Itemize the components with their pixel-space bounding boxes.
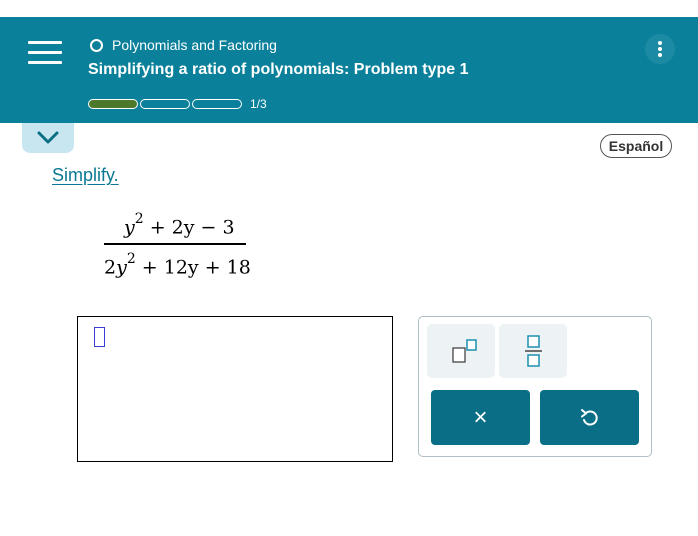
fraction-bar bbox=[104, 243, 246, 245]
progress-text: 1/3 bbox=[250, 97, 267, 111]
chevron-down-icon bbox=[37, 131, 59, 144]
circle-icon bbox=[90, 38, 103, 52]
math-keypad: × bbox=[418, 316, 652, 457]
progress-indicator: 1/3 bbox=[88, 97, 267, 111]
expression-numerator: y2 + 2y − 3 bbox=[124, 211, 235, 239]
hamburger-menu-icon[interactable] bbox=[28, 39, 62, 65]
fraction-button[interactable] bbox=[499, 324, 567, 378]
instruction-text: Simplify. bbox=[52, 165, 119, 185]
problem-title: Simplifying a ratio of polynomials: Prob… bbox=[88, 61, 469, 78]
topic-row: Polynomials and Factoring bbox=[90, 36, 277, 54]
progress-segment bbox=[140, 99, 190, 109]
expression-denominator: 2y2 + 12y + 18 bbox=[104, 251, 251, 279]
topic-title: Polynomials and Factoring bbox=[112, 37, 277, 53]
fraction-template-icon bbox=[525, 335, 542, 367]
header-bar: Polynomials and Factoring Simplifying a … bbox=[0, 17, 698, 123]
exponent-template-icon bbox=[452, 339, 477, 363]
language-button[interactable]: Español bbox=[600, 134, 672, 158]
answer-input[interactable] bbox=[77, 316, 393, 462]
undo-button[interactable] bbox=[540, 390, 639, 445]
collapse-toggle[interactable] bbox=[22, 123, 74, 153]
progress-segment bbox=[192, 99, 242, 109]
exponent-button[interactable] bbox=[427, 324, 495, 378]
undo-icon bbox=[580, 408, 598, 425]
progress-segment-complete bbox=[88, 99, 138, 109]
clear-button[interactable]: × bbox=[431, 390, 530, 445]
kebab-icon[interactable] bbox=[645, 34, 675, 64]
input-cursor bbox=[94, 327, 105, 347]
